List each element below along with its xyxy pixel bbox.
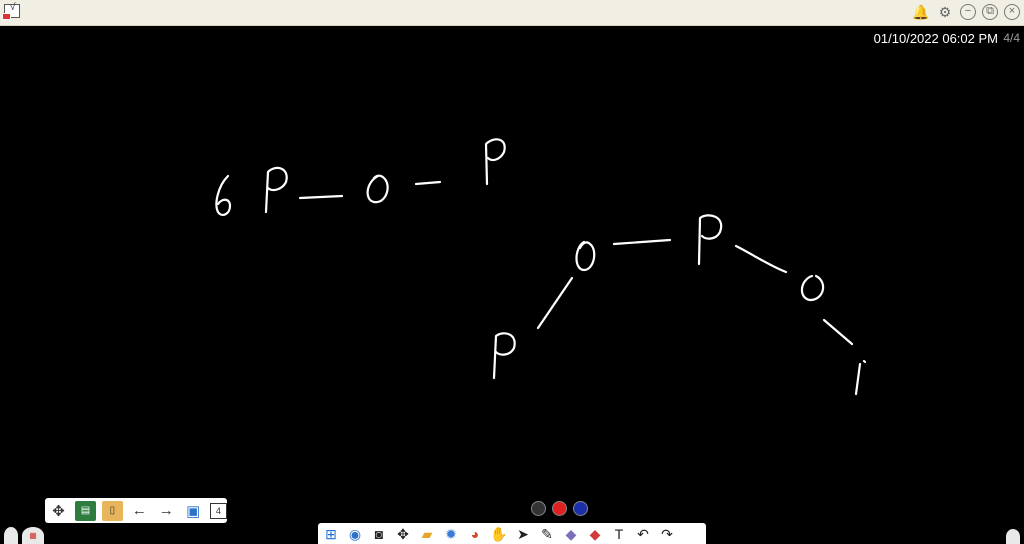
window-controls: 🔔 ⚙ − ⧉ × — [912, 3, 1020, 21]
arrow-left-icon[interactable]: ← — [129, 501, 150, 521]
page-number-icon[interactable]: 4 — [209, 502, 227, 519]
bottom-toolbar: ✥ ▤ ▯ ← → ▣ 4 — [45, 498, 227, 523]
stroke-dash1 — [298, 194, 344, 200]
move-icon[interactable]: ✥ — [393, 525, 413, 544]
drawing-canvas[interactable] — [0, 26, 1024, 496]
stroke-line6 — [536, 276, 574, 330]
close-icon[interactable]: × — [1004, 4, 1020, 20]
minimize-icon[interactable]: − — [960, 4, 976, 20]
pointer-icon[interactable]: ➤ — [513, 525, 533, 544]
clipboard-icon[interactable]: ▯ — [101, 500, 123, 521]
bell-icon[interactable]: 🔔 — [912, 3, 930, 21]
color-swatch-red[interactable] — [552, 501, 567, 516]
stroke-6 — [215, 174, 232, 216]
left-corner-badge-icon[interactable]: ▦ — [22, 527, 44, 544]
gear-icon[interactable]: ⚙ — [936, 3, 954, 21]
stroke-p2 — [484, 138, 506, 186]
undo-icon[interactable]: ↶ — [633, 525, 653, 544]
pen-icon[interactable]: ✎ — [537, 525, 557, 544]
stroke-o1 — [366, 174, 389, 204]
app-icon[interactable]: √ — [2, 2, 20, 20]
title-bar: √ 🔔 ⚙ − ⧉ × — [0, 0, 1024, 26]
right-corner-icon[interactable] — [1006, 529, 1020, 544]
redo-icon[interactable]: ↷ — [657, 525, 677, 544]
stroke-p4 — [492, 332, 516, 380]
stroke-line4 — [734, 244, 788, 274]
hand-icon[interactable]: ✋ — [489, 525, 509, 544]
color-palette — [531, 501, 588, 516]
add-page-icon[interactable]: ▣ — [183, 501, 204, 521]
arrow-right-icon[interactable]: → — [156, 501, 177, 521]
stroke-o2 — [575, 240, 596, 272]
settings-icon[interactable]: ✹ — [441, 525, 461, 544]
windows-icon[interactable]: ⊞ — [321, 525, 341, 544]
stroke-dash3 — [612, 238, 672, 246]
move-icon[interactable]: ✥ — [48, 501, 69, 521]
color-swatch-dark[interactable] — [531, 501, 546, 516]
stroke-o3 — [800, 274, 825, 302]
folder-icon[interactable]: ▰ — [417, 525, 437, 544]
stroke-line5 — [822, 318, 854, 346]
chrome-icon[interactable]: ◕ — [465, 525, 485, 544]
camera-icon[interactable]: ◙ — [369, 525, 389, 544]
whiteboard-icon[interactable]: ▤ — [74, 500, 96, 521]
stroke-p1 — [264, 166, 288, 214]
shapes-icon[interactable]: ◆ — [585, 525, 605, 544]
color-swatch-blue[interactable] — [573, 501, 588, 516]
taskbar: ⊞ ◉ ◙ ✥ ▰ ✹ ◕ ✋ ➤ ✎ ◆ ◆ T ↶ ↷ — [318, 523, 706, 544]
eraser-icon[interactable]: ◆ — [561, 525, 581, 544]
stroke-p3 — [697, 214, 723, 266]
restore-icon[interactable]: ⧉ — [982, 4, 998, 20]
left-corner-icon[interactable] — [4, 527, 18, 544]
people-icon[interactable]: ◉ — [345, 525, 365, 544]
text-icon[interactable]: T — [609, 525, 629, 544]
stroke-i — [854, 359, 867, 396]
stroke-dash2 — [414, 180, 442, 186]
